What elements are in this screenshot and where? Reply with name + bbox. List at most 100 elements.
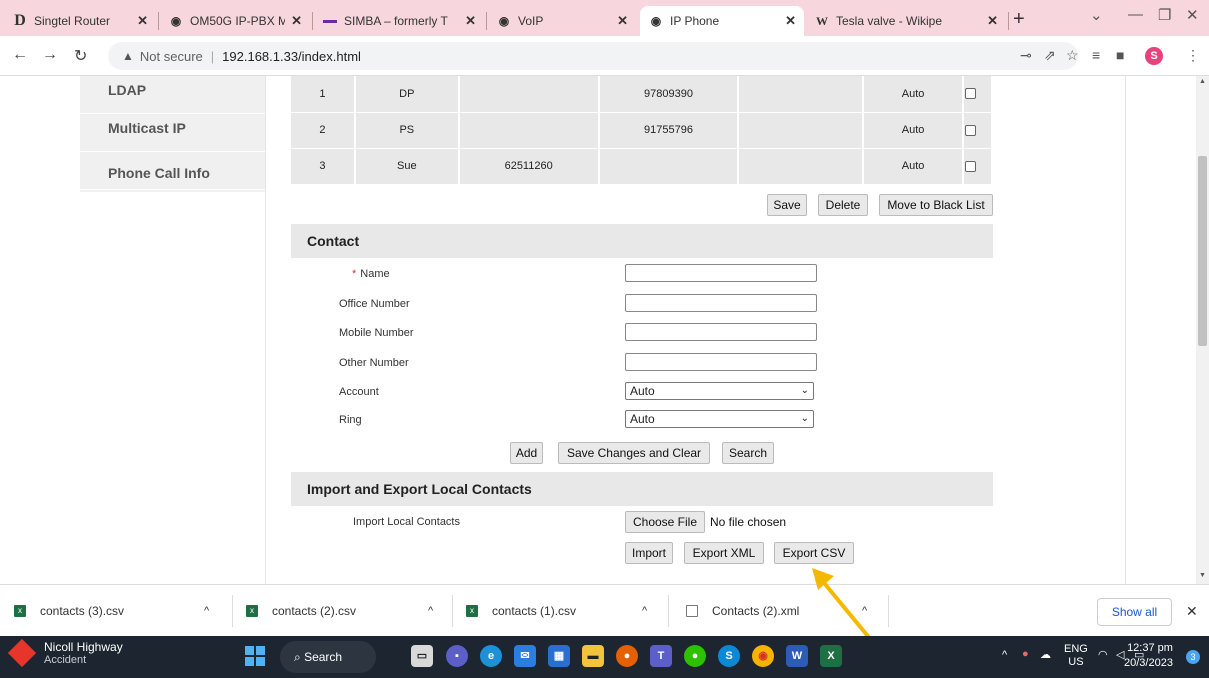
cell-account: Auto [863,76,964,113]
mobile-number-input[interactable] [625,323,817,341]
close-icon[interactable]: ✕ [465,13,476,29]
scroll-up-arrow-icon[interactable]: ▲ [1199,78,1206,85]
wifi-icon[interactable]: ◠ [1098,648,1108,661]
sidebar-item-phone-call-info[interactable]: Phone Call Info [80,152,266,190]
save-changes-and-clear-button[interactable]: Save Changes and Clear [558,442,710,464]
account-select[interactable]: Auto ⌄ [625,382,814,400]
skype-icon[interactable]: S [718,645,740,667]
cell-select [963,148,993,185]
tab-voip[interactable]: ◉ VoIP ✕ [488,6,636,36]
key-icon[interactable]: ⊸ [1020,47,1032,64]
chevron-up-icon[interactable]: ^ [428,605,433,617]
chevron-up-icon[interactable]: ^ [204,605,209,617]
excel-icon[interactable]: X [820,645,842,667]
download-item[interactable]: x contacts (2).csv ^ [246,585,450,637]
tab-ip-phone[interactable]: ◉ IP Phone ✕ [640,6,804,36]
export-xml-button[interactable]: Export XML [684,542,764,564]
tab-simba[interactable]: SIMBA – formerly T ✕ [314,6,484,36]
choose-file-button[interactable]: Choose File [625,511,705,533]
name-input[interactable] [625,264,817,282]
store-icon[interactable]: ▦ [548,645,570,667]
profile-avatar[interactable]: S [1145,47,1163,65]
import-button[interactable]: Import [625,542,673,564]
new-tab-plus-icon[interactable]: + [1013,8,1025,31]
chat-icon[interactable]: ▪ [446,645,468,667]
scrollbar-thumb[interactable] [1198,156,1207,346]
download-filename: contacts (2).csv [272,604,357,618]
row-checkbox[interactable] [965,124,976,136]
clock[interactable]: 12:37 pm 20/3/2023 [1124,641,1173,671]
reload-icon[interactable]: ↻ [74,46,87,66]
windows-start-icon[interactable] [244,645,266,667]
close-download-bar-icon[interactable]: ✕ [1186,603,1198,620]
scroll-down-arrow-icon[interactable]: ▼ [1199,572,1206,579]
show-all-button[interactable]: Show all [1097,598,1172,626]
tab-singtel-router[interactable]: D Singtel Router ✕ [4,6,156,36]
sidebar-item-multicast-ip[interactable]: Multicast IP [80,114,266,152]
notification-badge[interactable]: 3 [1186,650,1200,664]
page-scrollbar[interactable]: ▲ ▼ [1196,76,1209,584]
restore-icon[interactable]: ❐ [1158,6,1171,24]
back-arrow-icon[interactable]: ← [12,46,28,64]
download-item[interactable]: x contacts (1).csv ^ [466,585,666,637]
side-panel-icon[interactable]: ■ [1116,47,1124,63]
menu-kebab-icon[interactable]: ⋮ [1186,47,1200,64]
delete-button[interactable]: Delete [818,194,868,216]
close-icon[interactable]: ✕ [785,13,796,29]
sidebar-item-ldap[interactable]: LDAP [80,76,266,114]
download-item[interactable]: x contacts (3).csv ^ [14,585,224,637]
tab-divider [312,12,313,30]
name-label-text: Name [360,268,390,280]
globe-icon: ◉ [170,14,182,28]
edge-icon[interactable]: e [480,645,502,667]
chevron-up-icon[interactable]: ^ [862,605,867,617]
teams-icon[interactable]: T [650,645,672,667]
contact-section-heading: Contact [291,224,993,258]
save-button[interactable]: Save [767,194,807,216]
download-divider [668,595,669,627]
export-csv-button[interactable]: Export CSV [774,542,854,564]
search-button[interactable]: Search [722,442,774,464]
word-icon[interactable]: W [786,645,808,667]
tab-tesla-valve[interactable]: W Tesla valve - Wikipe ✕ [806,6,1006,36]
tray-app-icon[interactable]: ● [1022,648,1029,660]
chevron-up-icon[interactable]: ^ [642,605,647,617]
share-icon[interactable]: ⇗ [1044,47,1056,64]
download-item[interactable]: Contacts (2).xml ^ [686,585,886,637]
office-number-input[interactable] [625,294,817,312]
excel-file-icon: x [14,605,26,617]
move-to-black-list-button[interactable]: Move to Black List [879,194,993,216]
forward-arrow-icon[interactable]: → [42,46,58,64]
cell-account: Auto [863,148,964,185]
firefox-icon[interactable]: ● [616,645,638,667]
mail-icon[interactable]: ✉ [514,645,536,667]
close-icon[interactable]: ✕ [987,13,998,29]
close-icon[interactable]: ✕ [291,13,302,29]
tab-search-chevron-icon[interactable]: ⌄ [1090,6,1103,24]
weather-widget[interactable]: Nicoll Highway Accident [7,638,123,668]
close-icon[interactable]: ✕ [137,13,148,29]
taskbar-search[interactable]: ⌕ Search [280,641,376,673]
window-close-icon[interactable]: ✕ [1186,6,1199,24]
url-divider: | [210,48,215,64]
row-checkbox[interactable] [965,88,976,100]
address-bar[interactable]: ▲ Not secure | 192.168.1.33/index.html [108,42,1078,70]
tray-chevron-up-icon[interactable]: ^ [1002,649,1007,661]
sidebar-divider [265,76,266,584]
wechat-icon[interactable]: ● [684,645,706,667]
chrome-icon[interactable]: ◉ [752,645,774,667]
minimize-icon[interactable]: — [1128,6,1143,23]
language-indicator[interactable]: ENG US [1064,643,1088,669]
task-view-icon[interactable]: ▭ [411,645,433,667]
ring-select[interactable]: Auto ⌄ [625,410,814,428]
add-button[interactable]: Add [510,442,543,464]
tab-om50g[interactable]: ◉ OM50G IP-PBX Man ✕ [160,6,310,36]
close-icon[interactable]: ✕ [617,13,628,29]
bookmark-star-icon[interactable]: ☆ [1066,47,1079,64]
cell-mobile: 91755796 [598,112,740,149]
reading-list-icon[interactable]: ≡ [1092,47,1100,63]
file-explorer-icon[interactable]: ▬ [582,645,604,667]
other-number-input[interactable] [625,353,817,371]
tray-cloud-icon[interactable]: ☁ [1040,648,1051,661]
row-checkbox[interactable] [965,160,976,172]
